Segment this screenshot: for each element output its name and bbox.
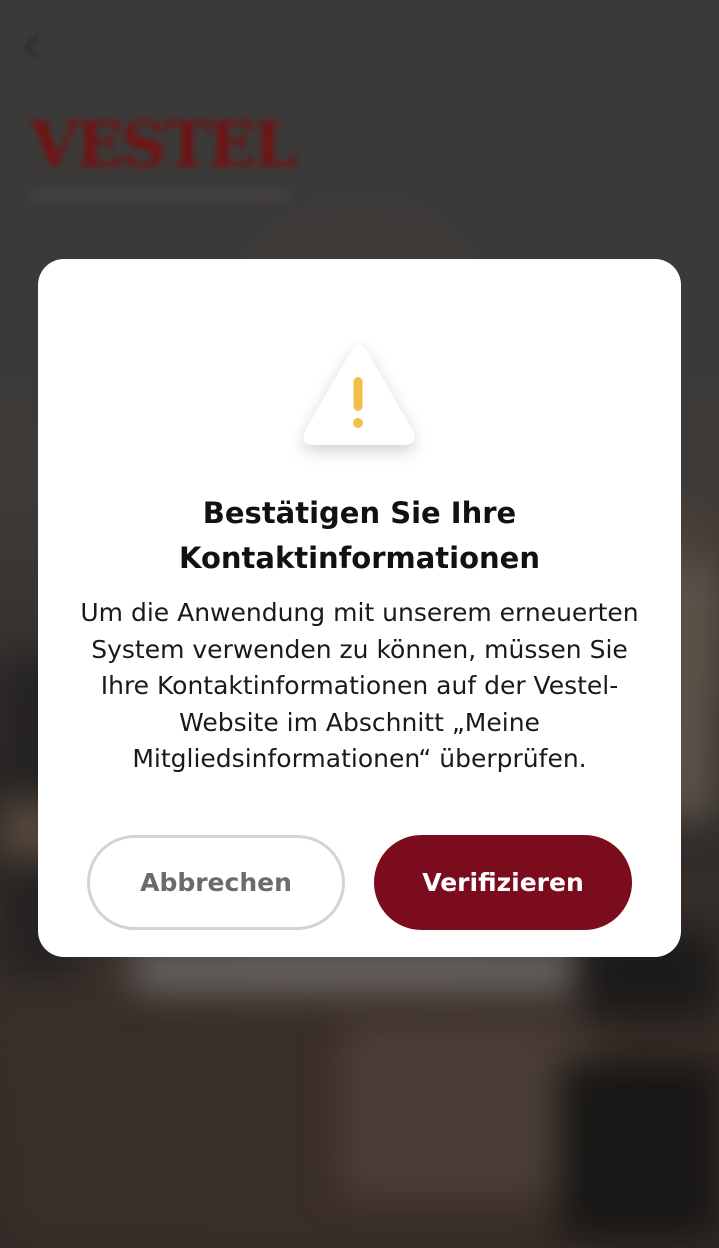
message-line: Mitgliedsinformationen“ überprüfen.	[132, 744, 587, 773]
logo-tagline	[30, 190, 290, 200]
message-line: System verwenden zu können, müssen Sie	[91, 634, 628, 664]
warning-icon	[295, 339, 423, 459]
brand-logo: VESTEL	[30, 108, 297, 181]
message-line: Um die Anwendung mit unserem erneuerten	[80, 598, 639, 627]
dialog-title-line: Kontaktinformationen	[178, 541, 540, 575]
message-line: Ihre Kontaktinformationen auf der Vestel…	[100, 671, 619, 700]
verify-button-label: Verifizieren	[422, 868, 584, 897]
verify-contact-dialog: Bestätigen Sie Ihre Kontaktinformationen…	[38, 259, 681, 957]
dialog-title: Bestätigen Sie Ihre Kontaktinformationen	[38, 491, 681, 581]
cancel-button-label: Abbrechen	[140, 868, 292, 897]
dialog-title-line: Bestätigen Sie Ihre	[202, 496, 517, 530]
cancel-button[interactable]: Abbrechen	[87, 835, 345, 930]
dialog-message: Um die Anwendung mit unserem erneuerten …	[68, 595, 651, 778]
message-line: Website im Abschnitt „Meine	[179, 707, 540, 737]
back-arrow-icon	[20, 28, 48, 68]
verify-button[interactable]: Verifizieren	[374, 835, 632, 930]
